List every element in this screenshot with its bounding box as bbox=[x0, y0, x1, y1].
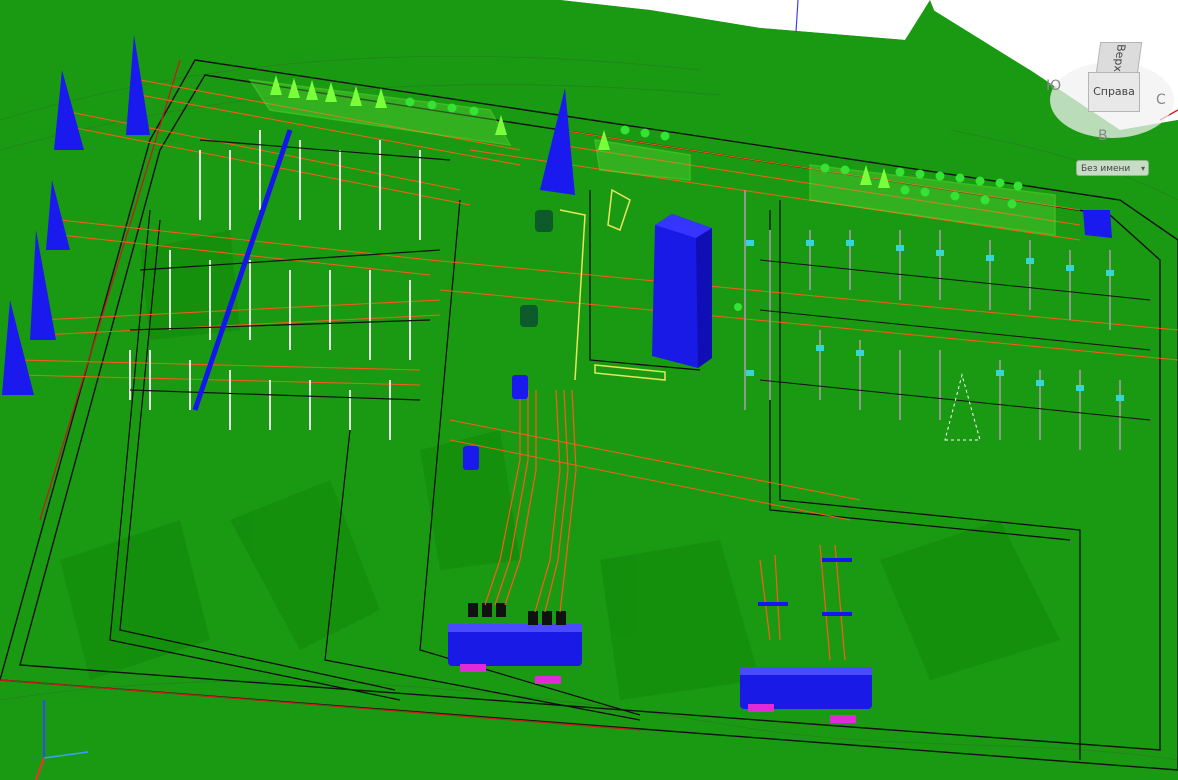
control-building bbox=[652, 214, 712, 368]
compass-south[interactable]: В bbox=[1098, 128, 1108, 144]
view-cube-front[interactable]: Справа bbox=[1088, 72, 1140, 112]
compass-west[interactable]: Ю bbox=[1046, 78, 1061, 94]
substation-3d-scene[interactable] bbox=[0, 0, 1178, 780]
view-cube-top[interactable]: Верх bbox=[1095, 42, 1143, 74]
named-view-dropdown[interactable]: Без имени ▾ bbox=[1076, 160, 1149, 176]
view-cube-top-label: Верх bbox=[1111, 44, 1128, 72]
view-cube[interactable]: Верх Справа Ю С В bbox=[1040, 10, 1178, 144]
terrain-surface bbox=[0, 0, 1178, 780]
compass-east[interactable]: С bbox=[1156, 92, 1166, 108]
model-viewport[interactable]: Верх Справа Ю С В Без имени ▾ bbox=[0, 0, 1178, 780]
chevron-down-icon: ▾ bbox=[1140, 164, 1145, 173]
named-view-label: Без имени bbox=[1081, 164, 1131, 174]
